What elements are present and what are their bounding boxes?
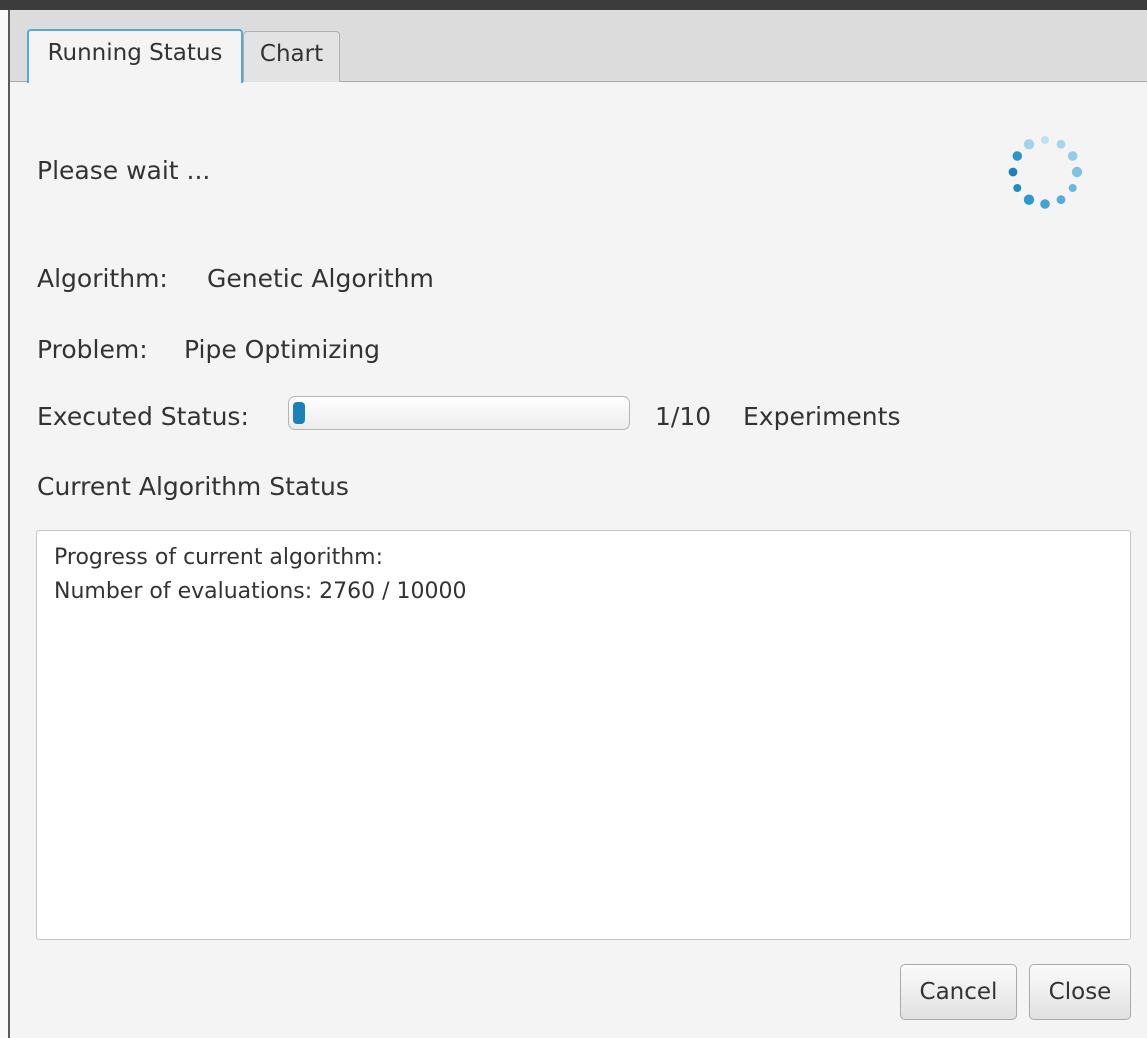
algorithm-value: Genetic Algorithm <box>207 264 434 293</box>
spinner-dot <box>1041 136 1049 144</box>
experiments-progress-bar <box>288 396 630 430</box>
spinner-dot <box>1068 184 1077 192</box>
tab-running-status[interactable]: Running Status <box>27 29 243 83</box>
loading-spinner-icon <box>1008 136 1083 209</box>
spinner-dot <box>1013 184 1022 192</box>
status-line-evaluations: Number of evaluations: 2760 / 10000 <box>54 579 467 604</box>
window-top-edge <box>0 0 1147 10</box>
spinner-dot <box>1023 139 1035 150</box>
spinner-dot <box>1012 151 1023 161</box>
spinner-dot <box>1056 139 1066 149</box>
tab-chart[interactable]: Chart <box>243 31 340 82</box>
spinner-dot <box>1056 195 1066 205</box>
algorithm-label: Algorithm: <box>37 264 168 293</box>
tab-bar: Running Status Chart <box>10 10 1147 83</box>
please-wait-text: Please wait ... <box>37 156 211 185</box>
current-status-heading: Current Algorithm Status <box>37 472 349 501</box>
close-button[interactable]: Close <box>1029 964 1131 1020</box>
spinner-dot <box>1071 166 1083 178</box>
spinner-dot <box>1040 199 1050 209</box>
executed-status-label: Executed Status: <box>37 402 249 431</box>
status-line-progress: Progress of current algorithm: <box>54 545 384 570</box>
window-left-edge <box>0 10 10 1038</box>
spinner-dot <box>1067 151 1078 161</box>
algorithm-status-textarea[interactable]: Progress of current algorithm: Number of… <box>36 530 1131 940</box>
spinner-dot <box>1008 167 1018 177</box>
problem-label: Problem: <box>37 335 148 364</box>
experiments-progress-fill <box>293 402 305 424</box>
problem-value: Pipe Optimizing <box>184 335 381 364</box>
spinner-dot <box>1023 194 1035 205</box>
experiments-unit: Experiments <box>743 402 901 431</box>
experiments-count: 1/10 <box>655 402 712 431</box>
cancel-button[interactable]: Cancel <box>900 964 1017 1020</box>
